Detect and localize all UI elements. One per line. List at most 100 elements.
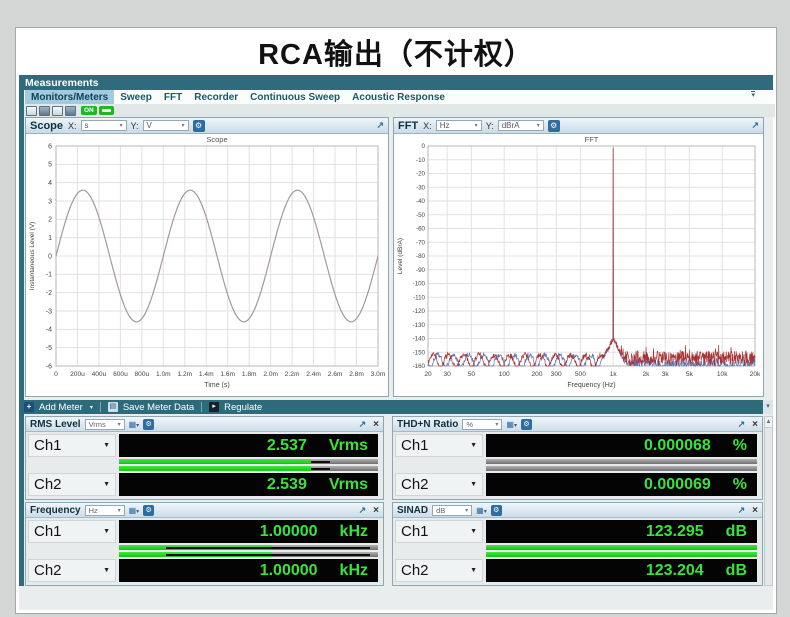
channel-row: Ch1 ▼ 0.000068% — [393, 434, 762, 457]
layout-monitor-icon[interactable] — [26, 105, 37, 116]
svg-text:-160: -160 — [413, 363, 426, 370]
tab-continuous-sweep[interactable]: Continuous Sweep — [244, 90, 346, 104]
level-bars — [486, 545, 757, 557]
display-style-dropdown[interactable]: ▦▾ — [476, 506, 487, 515]
svg-text:1: 1 — [48, 235, 52, 242]
tab-overflow-icon[interactable]: ▾ — [751, 91, 755, 100]
channel-selector[interactable]: Ch2 ▼ — [395, 559, 483, 582]
svg-text:2k: 2k — [643, 371, 651, 378]
gear-icon[interactable]: ⚙ — [143, 418, 155, 430]
tab-fft[interactable]: FFT — [158, 90, 188, 104]
pin-icon[interactable]: ▾ — [763, 400, 773, 414]
unit-dropdown[interactable]: Vrms ▾ — [84, 418, 125, 430]
meter-title: THD+N Ratio — [397, 418, 459, 430]
level-bars — [119, 545, 378, 557]
fft-y-unit-dropdown[interactable]: dBrA ▾ — [497, 120, 544, 131]
popout-icon[interactable]: ↗ — [359, 419, 367, 430]
gear-icon[interactable]: ⚙ — [143, 504, 155, 516]
save-meter-data-button[interactable]: Save Meter Data — [123, 402, 194, 413]
display-style-dropdown[interactable]: ▦▾ — [129, 420, 140, 429]
y-axis-label: Y: — [130, 120, 139, 131]
level-bars — [486, 459, 757, 471]
regulate-button[interactable]: Regulate — [224, 402, 262, 413]
unit-dropdown[interactable]: Hz ▾ — [84, 504, 125, 516]
fft-x-unit-dropdown[interactable]: Hz ▾ — [435, 120, 482, 131]
chevron-down-icon: ▼ — [103, 481, 110, 488]
chevron-down-icon: ▼ — [470, 567, 477, 574]
scroll-up-icon[interactable]: ▲ — [765, 417, 772, 428]
meter-display: 1.00000 kHz — [119, 559, 378, 582]
close-icon[interactable]: × — [373, 505, 379, 516]
unit-dropdown[interactable]: % ▾ — [462, 418, 503, 430]
svg-text:6: 6 — [48, 143, 52, 150]
meter-scrollbar[interactable]: ▲ — [764, 416, 773, 586]
svg-text:400u: 400u — [92, 371, 107, 378]
gear-icon[interactable]: ⚙ — [547, 119, 560, 132]
monitor-toolbar: ON — [24, 104, 775, 117]
svg-text:-110: -110 — [413, 294, 425, 301]
generator-on-toggle[interactable]: ON — [81, 106, 97, 115]
svg-text:-4: -4 — [46, 327, 52, 334]
chevron-down-icon[interactable]: ▾ — [90, 404, 93, 411]
chevron-down-icon: ▾ — [119, 123, 123, 129]
svg-text:-20: -20 — [416, 171, 426, 178]
gear-icon[interactable]: ⚙ — [490, 504, 502, 516]
display-style-dropdown[interactable]: ▦▾ — [506, 420, 517, 429]
meters-view-icon[interactable] — [39, 105, 50, 116]
svg-text:3: 3 — [48, 198, 52, 205]
svg-text:50: 50 — [468, 371, 476, 378]
split-view-icon[interactable] — [65, 105, 76, 116]
channel-selector[interactable]: Ch1 ▼ — [395, 434, 483, 457]
svg-text:FFT: FFT — [585, 135, 599, 144]
channel-selector[interactable]: Ch2 ▼ — [28, 473, 116, 496]
scope-y-unit-dropdown[interactable]: V ▾ — [142, 120, 189, 131]
popout-icon[interactable]: ↗ — [738, 419, 746, 430]
channel-selector[interactable]: Ch1 ▼ — [395, 520, 483, 543]
meter-panel-rms-level: RMS Level Vrms ▾ ▦▾ ⚙ ↗ × Ch1 ▼ 2.537 Vrms … — [25, 416, 384, 500]
meter-display: 0.000068% — [486, 434, 757, 457]
popout-icon[interactable]: ↗ — [359, 505, 367, 516]
fft-panel-title: FFT — [398, 119, 419, 132]
svg-text:-6: -6 — [46, 363, 52, 370]
meter-panel-thdn-ratio: THD+N Ratio % ▾ ▦▾ ⚙ ↗ × Ch1 ▼ 0.000068% C… — [392, 416, 763, 500]
fft-chart-area: 0 -10 -20 -30 -40 -50 -60 -70 -80 -90 -100 -110 -120… — [394, 134, 763, 396]
close-icon[interactable]: × — [752, 419, 758, 430]
left-rail — [19, 90, 24, 586]
add-meter-button[interactable]: Add Meter — [39, 402, 83, 413]
svg-text:2.6m: 2.6m — [328, 371, 343, 378]
close-icon[interactable]: × — [373, 419, 379, 430]
meter-title: SINAD — [397, 504, 429, 516]
svg-text:-10: -10 — [416, 157, 426, 164]
svg-text:1.8m: 1.8m — [242, 371, 257, 378]
tab-recorder[interactable]: Recorder — [188, 90, 244, 104]
tab-sweep[interactable]: Sweep — [114, 90, 158, 104]
channel-selector[interactable]: Ch1 ▼ — [28, 520, 116, 543]
meter-display: 1.00000 kHz — [119, 520, 378, 543]
tab-monitors-meters[interactable]: Monitors/Meters — [25, 90, 115, 104]
gear-icon[interactable]: ⚙ — [520, 418, 532, 430]
popout-icon[interactable]: ↗ — [751, 120, 759, 131]
chevron-down-icon: ▾ — [474, 123, 478, 129]
meter-display: 123.295 dB — [486, 520, 757, 543]
svg-text:1k: 1k — [610, 371, 618, 378]
unit-dropdown[interactable]: dB ▾ — [432, 504, 473, 516]
tab-acoustic-response[interactable]: Acoustic Response — [346, 90, 451, 104]
svg-text:-140: -140 — [413, 336, 426, 343]
gear-icon[interactable]: ⚙ — [192, 119, 205, 132]
channel-selector[interactable]: Ch1 ▼ — [28, 434, 116, 457]
graph-view-icon[interactable] — [52, 105, 63, 116]
channel-row: Ch1 ▼ 2.537 Vrms — [26, 434, 383, 457]
svg-text:0: 0 — [48, 253, 52, 260]
display-style-dropdown[interactable]: ▦▾ — [129, 506, 140, 515]
scope-chart-area: -6 -5 -4 -3 -2 -1 0 1 2 3 4 5 6 0 200u 400u 600u 800u 1.0m… — [26, 134, 388, 396]
generator-level-icon[interactable] — [98, 106, 114, 115]
channel-selector[interactable]: Ch2 ▼ — [28, 559, 116, 582]
channel-selector[interactable]: Ch2 ▼ — [395, 473, 483, 496]
popout-icon[interactable]: ↗ — [738, 505, 746, 516]
scope-x-unit-dropdown[interactable]: s ▾ — [80, 120, 127, 131]
popout-icon[interactable]: ↗ — [376, 120, 384, 131]
svg-text:Scope: Scope — [206, 135, 227, 144]
svg-text:2.0m: 2.0m — [263, 371, 278, 378]
close-icon[interactable]: × — [752, 505, 758, 516]
svg-text:800u: 800u — [135, 371, 150, 378]
